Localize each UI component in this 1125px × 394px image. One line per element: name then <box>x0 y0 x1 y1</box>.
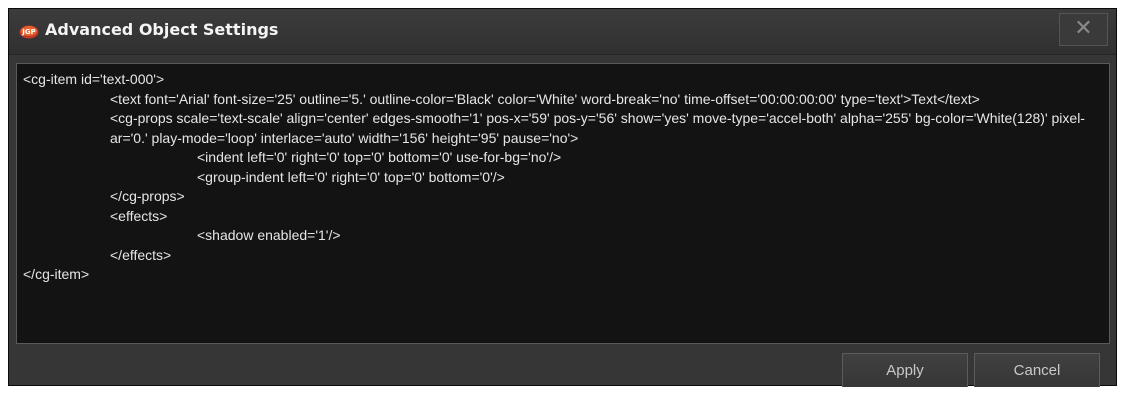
close-icon: ✕ <box>1074 16 1093 41</box>
dialog-title: Advanced Object Settings <box>45 20 279 39</box>
code-line: <text font='Arial' font-size='25' outlin… <box>110 90 980 107</box>
code-line: <cg-item id='text-000'> <box>23 71 165 87</box>
svg-text:JGP: JGP <box>21 28 35 36</box>
advanced-object-settings-dialog: JGP Advanced Object Settings ✕ <cg-item … <box>8 8 1117 387</box>
code-line: <shadow enabled='1'/> <box>197 227 341 243</box>
code-line: </effects> <box>110 246 172 263</box>
jgp-logo-icon: JGP <box>19 25 39 39</box>
code-line: <cg-props scale='text-scale' align='cent… <box>110 110 1085 146</box>
title-bar[interactable]: JGP Advanced Object Settings ✕ <box>9 9 1116 55</box>
code-line: </cg-props> <box>110 188 185 204</box>
code-line: </cg-item> <box>23 266 90 282</box>
code-line: <group-indent left='0' right='0' top='0'… <box>197 168 505 185</box>
xml-code-editor[interactable]: <cg-item id='text-000'> <text font='Aria… <box>16 63 1110 344</box>
apply-button[interactable]: Apply <box>842 353 968 387</box>
code-line: <effects> <box>110 207 168 224</box>
close-button[interactable]: ✕ <box>1059 13 1108 46</box>
cancel-button[interactable]: Cancel <box>974 353 1100 387</box>
code-line: <indent left='0' right='0' top='0' botto… <box>197 149 562 165</box>
